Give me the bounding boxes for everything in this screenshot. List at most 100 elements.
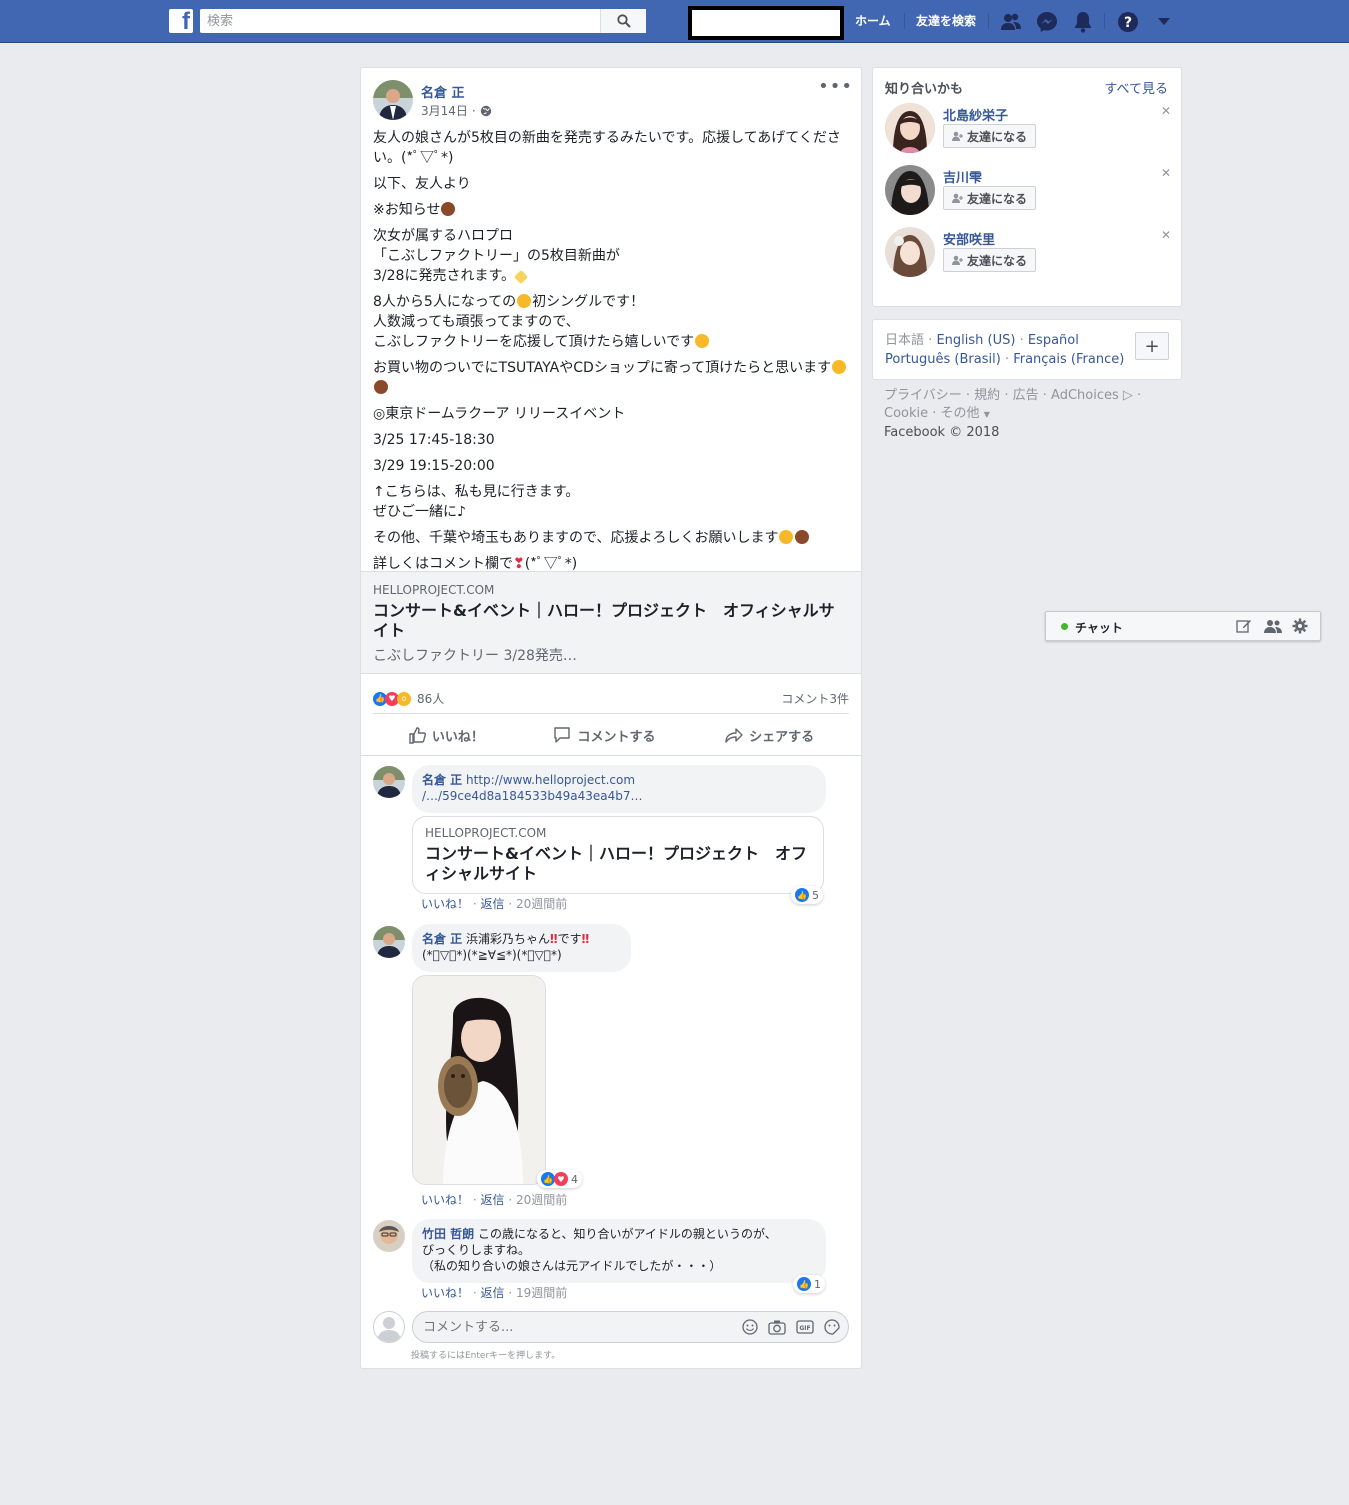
person-avatar[interactable] (885, 165, 935, 215)
comment-bubble: 名倉 正 http://www.helloproject.com /…/59ce… (412, 765, 826, 813)
gif-icon[interactable]: GIF (796, 1319, 814, 1335)
post-options-icon[interactable]: ••• (818, 78, 853, 96)
comments-count-link[interactable]: コメント3件 (781, 690, 849, 707)
comment-author-name[interactable]: 名倉 正 (422, 932, 462, 946)
reactions-count: 86人 (417, 692, 445, 706)
comment-timestamp[interactable]: 20週間前 (516, 897, 567, 911)
new-message-icon[interactable] (1236, 618, 1252, 634)
language-selector-card: 日本語 · English (US) · Español Português (… (872, 319, 1182, 380)
comment-link-preview[interactable]: HELLOPROJECT.COM コンサート&イベント｜ハロー！プロジェクト オ… (412, 816, 824, 894)
post-actions-bar: いいね！ コメントする シェアする (373, 715, 849, 755)
comment-url-link[interactable]: http://www.helloproject.com (466, 773, 635, 787)
help-icon[interactable]: ? (1116, 10, 1140, 34)
dismiss-suggestion-icon[interactable]: ✕ (1161, 104, 1171, 118)
post-paragraph: 3/29 19:15-20:00 (373, 458, 495, 474)
like-button[interactable]: いいね！ (408, 726, 484, 745)
comment-author-name[interactable]: 竹田 哲朗 (422, 1227, 474, 1241)
comment-timestamp[interactable]: 19週間前 (516, 1286, 567, 1300)
dismiss-suggestion-icon[interactable]: ✕ (1161, 228, 1171, 242)
post-paragraph: お買い物のついでにTSUTAYAやCDショップに寄って頂けたらと思います (373, 358, 851, 398)
link-preview-description: こぶしファクトリー 3/28発売… (373, 648, 577, 664)
post-author-name[interactable]: 名倉 正 (421, 82, 465, 101)
comment-photo[interactable] (412, 975, 546, 1185)
sticker-icon[interactable] (824, 1319, 840, 1335)
link-preview-card[interactable]: HELLOPROJECT.COM コンサート&イベント｜ハロー！プロジェクト オ… (361, 571, 861, 674)
comments-section: 名倉 正 http://www.helloproject.com /…/59ce… (361, 755, 861, 1369)
comment-author-name[interactable]: 名倉 正 (422, 773, 462, 787)
messenger-icon[interactable] (1035, 10, 1059, 34)
chat-label: チャット (1075, 621, 1123, 635)
comment-reply-link[interactable]: 返信 (481, 897, 505, 911)
post-card: 名倉 正 3月14日 · ••• 友人の娘さんが5枚目の新曲を発売するみたいです… (360, 67, 862, 1369)
post-date-link[interactable]: 3月14日 (421, 102, 468, 119)
language-link[interactable]: Português (Brasil) (885, 352, 1001, 367)
language-link[interactable]: Español (1028, 333, 1079, 348)
share-arrow-icon (725, 728, 743, 743)
ads-link[interactable]: 広告 (1013, 388, 1039, 403)
share-button[interactable]: シェアする (725, 726, 814, 745)
privacy-link[interactable]: プライバシー (884, 388, 962, 403)
comment-reply-link[interactable]: 返信 (481, 1286, 505, 1300)
commenter-avatar[interactable] (373, 766, 405, 798)
comment-like-link[interactable]: いいね！ (421, 1193, 469, 1207)
search-input[interactable] (200, 9, 600, 33)
terms-link[interactable]: 規約 (974, 388, 1000, 403)
pymk-person: 北島紗栄子 友達になる ✕ (885, 103, 1171, 155)
person-name[interactable]: 北島紗栄子 (943, 105, 1008, 124)
dismiss-suggestion-icon[interactable]: ✕ (1161, 166, 1171, 180)
bear-emoji-icon (441, 202, 456, 216)
create-group-icon[interactable] (1264, 618, 1282, 634)
top-navigation-bar: f ホーム 友達を検索 ? (0, 0, 1349, 43)
commenter-avatar[interactable] (373, 926, 405, 958)
add-friend-button[interactable]: 友達になる (943, 124, 1037, 148)
person-name[interactable]: 安部咲里 (943, 229, 995, 248)
see-all-link[interactable]: すべて見る (1104, 78, 1168, 97)
person-avatar[interactable] (885, 103, 935, 153)
facebook-logo[interactable]: f (169, 9, 193, 33)
nav-home-link[interactable]: ホーム (855, 12, 891, 29)
post-paragraph: 以下、友人より (373, 176, 471, 192)
like-reaction-icon: 👍 (541, 1172, 555, 1186)
nav-find-friends-link[interactable]: 友達を検索 (916, 12, 976, 29)
comment-url-link[interactable]: /…/59ce4d8a184533b49a43ea4b7… (422, 789, 643, 803)
comment-button[interactable]: コメントする (553, 726, 655, 745)
search-button[interactable] (600, 9, 646, 33)
language-line: 日本語 · English (US) · Español (885, 333, 1079, 348)
more-link[interactable]: その他 ▼ (941, 406, 990, 421)
comment-reactions-badge[interactable]: 👍 ♥ 4 (537, 1170, 582, 1188)
comment-bubble: 名倉 正 浜浦彩乃ちゃん‼です‼ (*ﾟ▽ﾟ*)(*≧∀≦*)(*ﾟ▽ﾟ*) (412, 924, 631, 972)
add-friend-button[interactable]: 友達になる (943, 248, 1037, 272)
person-name[interactable]: 吉川雫 (943, 167, 982, 186)
search-icon (616, 14, 631, 28)
comment-link-domain: HELLOPROJECT.COM (425, 826, 547, 840)
comment-like-badge[interactable]: 👍 1 (793, 1275, 825, 1293)
commenter-avatar[interactable] (373, 1220, 405, 1252)
emoji-icon[interactable] (742, 1319, 758, 1335)
adchoices-link[interactable]: AdChoices ▷ (1051, 388, 1133, 403)
post-author-avatar[interactable] (373, 80, 413, 120)
comment-input[interactable] (413, 1312, 723, 1342)
reactions-summary[interactable]: 👍 ♥ o 86人 (373, 690, 444, 707)
cookie-link[interactable]: Cookie (884, 406, 928, 421)
notifications-bell-icon[interactable] (1071, 10, 1095, 34)
comment-text: (*ﾟ▽ﾟ*)(*≧∀≦*)(*ﾟ▽ﾟ*) (422, 948, 562, 962)
comment-actions: いいね！ · 返信 · 19週間前 (421, 1286, 568, 1300)
camera-icon[interactable] (768, 1319, 786, 1335)
comment-like-link[interactable]: いいね！ (421, 897, 469, 911)
comment-like-badge[interactable]: 👍 5 (791, 886, 823, 904)
comment-bubble: 竹田 哲朗 この歳になると、知り合いがアイドルの親というのが、 びっくりしますね… (412, 1219, 826, 1283)
comment-like-link[interactable]: いいね！ (421, 1286, 469, 1300)
more-languages-button[interactable]: + (1135, 332, 1169, 360)
language-link[interactable]: Français (France) (1013, 352, 1124, 367)
settings-gear-icon[interactable] (1292, 618, 1308, 634)
comment-reply-link[interactable]: 返信 (481, 1193, 505, 1207)
comment-timestamp[interactable]: 20週間前 (516, 1193, 567, 1207)
friend-requests-icon[interactable] (999, 10, 1023, 34)
add-friend-icon (952, 193, 963, 203)
thumbs-up-icon (409, 727, 426, 744)
account-dropdown-icon[interactable] (1152, 10, 1176, 34)
add-friend-button[interactable]: 友達になる (943, 186, 1037, 210)
chat-bar[interactable]: チャット (1045, 611, 1321, 641)
language-link[interactable]: English (US) (936, 333, 1015, 348)
person-avatar[interactable] (885, 227, 935, 277)
